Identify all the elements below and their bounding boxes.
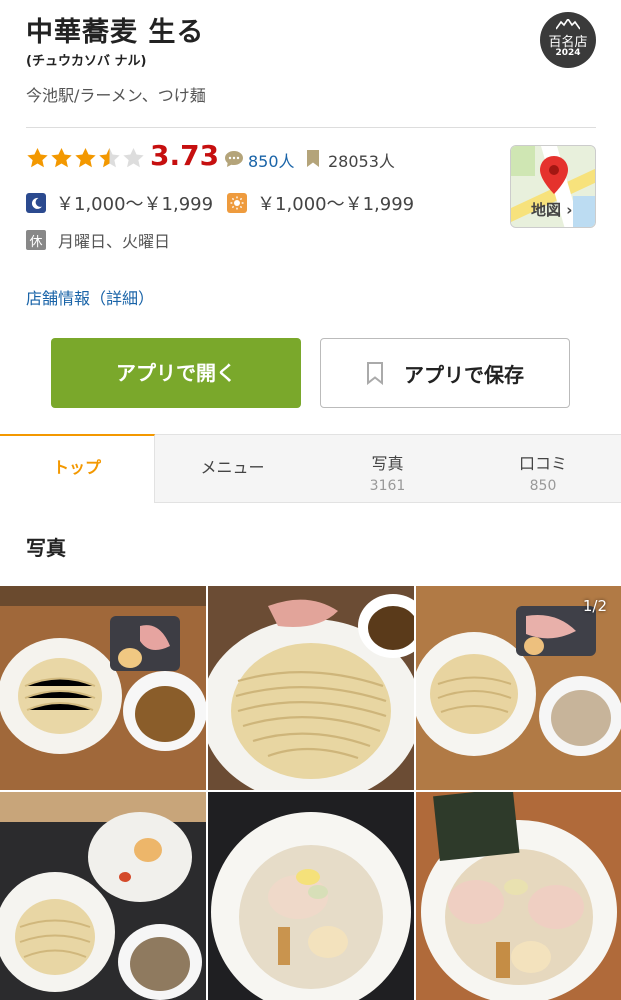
bookmark-icon — [367, 362, 383, 385]
tab-top[interactable]: トップ — [0, 434, 155, 503]
photo-thumbnail[interactable] — [208, 792, 414, 1000]
save-count: 28053人 — [328, 152, 395, 171]
sun-icon — [227, 193, 248, 213]
rating-score: 3.73 — [150, 139, 220, 172]
save-in-app-button[interactable]: アプリで保存 — [320, 338, 570, 408]
save-in-app-label: アプリで保存 — [404, 362, 524, 387]
review-count-link[interactable]: 850人 — [248, 148, 295, 172]
tab-label: メニュー — [200, 458, 265, 477]
food-photo — [416, 792, 621, 1000]
divider — [26, 127, 596, 128]
holiday-row: 休 月曜日、火曜日 — [26, 228, 170, 252]
moon-icon — [26, 193, 46, 213]
shop-name: 中華蕎麦 生る — [26, 17, 205, 48]
tab-label: 口コミ — [518, 454, 567, 473]
food-photo — [0, 792, 206, 1000]
photo-thumbnail[interactable] — [0, 586, 206, 790]
map-pin-icon — [540, 156, 568, 194]
photo-thumbnail[interactable] — [0, 792, 206, 1000]
photo-thumbnail[interactable] — [416, 792, 621, 1000]
photo-page-counter: 1/2 — [582, 597, 607, 615]
map-button[interactable]: 地図 › — [510, 145, 596, 228]
holiday-days: 月曜日、火曜日 — [58, 232, 171, 251]
price-row: ￥1,000～￥1,999 ￥1,000～￥1,999 — [26, 190, 414, 216]
map-label: 地図 › — [531, 201, 573, 219]
tab-photos[interactable]: 写真 3161 — [310, 435, 465, 503]
lunch-price: ￥1,000～￥1,999 — [257, 194, 415, 215]
tab-label: トップ — [52, 458, 101, 477]
review-bubble-icon — [225, 151, 243, 167]
hyakumeiten-badge: 百名店 2024 — [540, 12, 596, 68]
dinner-price: ￥1,000～￥1,999 — [56, 194, 214, 215]
photo-thumbnail[interactable] — [208, 586, 414, 790]
food-photo — [0, 586, 206, 790]
tab-label: 写真 — [371, 454, 404, 473]
badge-year: 2024 — [555, 48, 581, 58]
shop-kana: (チュウカソバ ナル) — [26, 54, 147, 69]
food-photo — [416, 586, 621, 790]
star-icon — [51, 147, 72, 168]
food-photo — [208, 586, 414, 790]
tab-menu[interactable]: メニュー — [155, 435, 310, 503]
bookmark-icon — [307, 150, 319, 167]
star-icon — [27, 147, 48, 168]
tab-count: 3161 — [369, 478, 406, 494]
tab-count: 850 — [529, 478, 557, 494]
mountain-icon — [556, 19, 580, 30]
star-icon — [75, 147, 96, 168]
tab-bar: トップ メニュー 写真 3161 口コミ 850 — [0, 434, 621, 503]
photos-section-title: 写真 — [26, 536, 66, 560]
store-info-link[interactable]: 店舗情報（詳細） — [26, 285, 154, 309]
food-photo — [208, 792, 414, 1000]
open-in-app-button[interactable]: アプリで開く — [51, 338, 301, 408]
holiday-icon: 休 — [26, 230, 46, 250]
photo-thumbnail[interactable] — [416, 586, 621, 790]
shop-genre: 今池駅/ラーメン、つけ麺 — [26, 86, 206, 105]
star-empty-icon — [123, 147, 144, 168]
star-half-icon — [99, 147, 120, 168]
rating-stars — [26, 146, 146, 172]
tab-reviews[interactable]: 口コミ 850 — [465, 435, 621, 503]
